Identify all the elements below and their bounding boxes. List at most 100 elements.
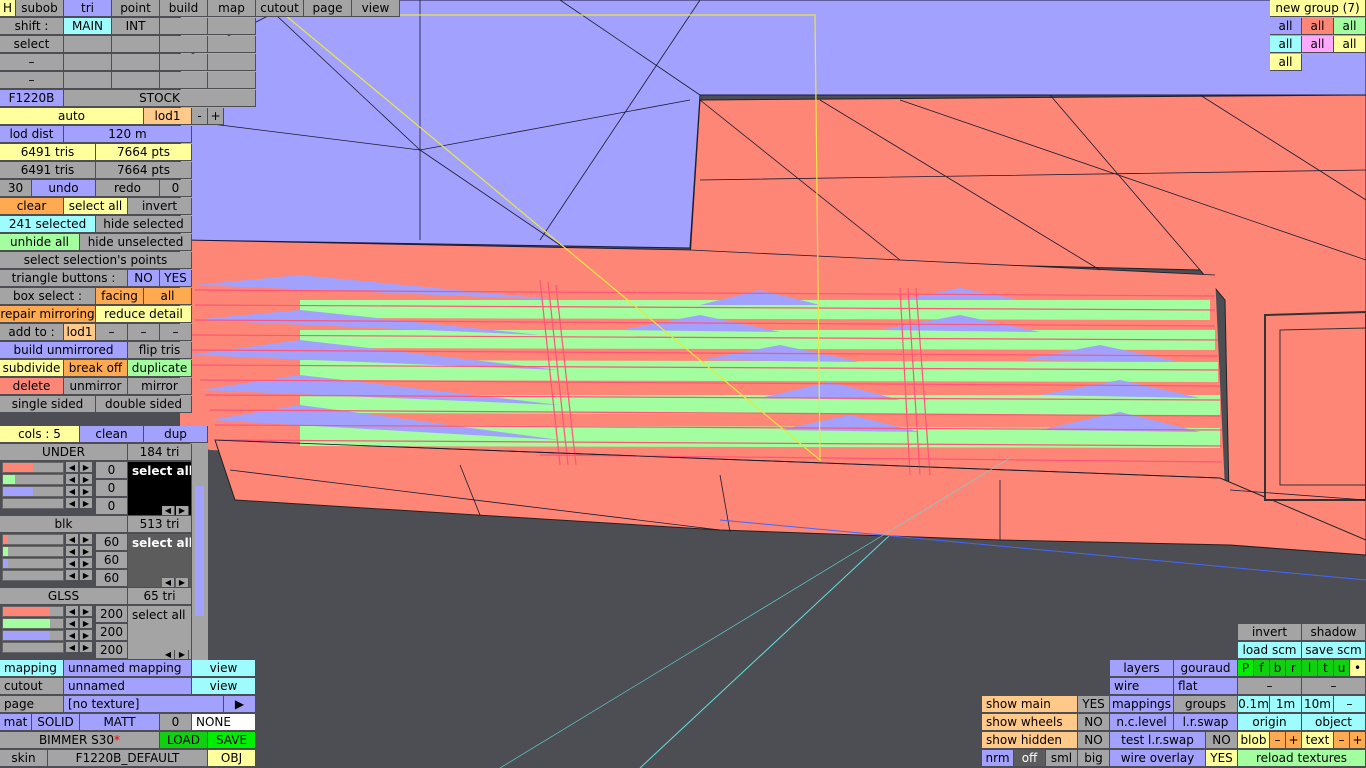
slider-left-arrow-icon[interactable]: ◀ [66, 618, 79, 629]
slider-left-arrow-icon[interactable]: ◀ [66, 642, 79, 653]
origin-button[interactable]: origin [1238, 714, 1302, 731]
material-value[interactable]: 0 [96, 480, 128, 497]
dash-slot-3[interactable] [160, 54, 208, 71]
clean-button[interactable]: clean [80, 426, 144, 443]
h-button[interactable]: H [0, 0, 16, 17]
subdivide-button[interactable]: subdivide [0, 360, 64, 377]
box-select-facing[interactable]: facing [96, 288, 144, 305]
view-letter-button[interactable]: • [1350, 660, 1366, 677]
select-all-button[interactable]: select all [64, 198, 128, 215]
blob-plus[interactable]: + [1286, 732, 1302, 749]
flat-button[interactable]: flat [1174, 678, 1238, 695]
nrm-button[interactable]: nrm [982, 750, 1014, 767]
model-name-button[interactable]: F1220B [0, 90, 64, 107]
slider-left-arrow-icon[interactable]: ◀ [66, 570, 79, 581]
save-button[interactable]: SAVE [208, 732, 256, 749]
redo-button[interactable]: redo [96, 180, 160, 197]
repair-mirroring-button[interactable]: repair mirroring [0, 306, 96, 323]
view-letter-button[interactable]: b [1270, 660, 1286, 677]
shift-int-button[interactable]: INT [112, 18, 160, 35]
sml-button[interactable]: sml [1046, 750, 1078, 767]
solid-button[interactable]: SOLID [32, 714, 80, 731]
color-slider[interactable] [2, 474, 64, 485]
slider-right-arrow-icon[interactable]: ▶ [80, 486, 93, 497]
slider-left-arrow-icon[interactable]: ◀ [66, 558, 79, 569]
map-button[interactable]: map [208, 0, 256, 17]
matt-button[interactable]: MATT [80, 714, 160, 731]
show-wheels-toggle[interactable]: NO [1078, 714, 1110, 731]
flip-tris-button[interactable]: flip tris [128, 342, 192, 359]
preview-right-arrow-icon[interactable]: ▶ [176, 506, 189, 516]
slider-left-arrow-icon[interactable]: ◀ [66, 606, 79, 617]
view-letter-button[interactable]: r [1286, 660, 1302, 677]
slider-left-arrow-icon[interactable]: ◀ [66, 498, 79, 509]
slider-right-arrow-icon[interactable]: ▶ [80, 606, 93, 617]
slider-left-arrow-icon[interactable]: ◀ [66, 534, 79, 545]
layers-button[interactable]: layers [1110, 660, 1174, 677]
lod-dist-value[interactable]: 120 m [64, 126, 192, 143]
slider-left-arrow-icon[interactable]: ◀ [66, 462, 79, 473]
material-value[interactable]: 200 [96, 642, 128, 659]
shift-main-button[interactable]: MAIN [64, 18, 112, 35]
slider-left-arrow-icon[interactable]: ◀ [66, 546, 79, 557]
subob-button[interactable]: subob [16, 0, 64, 17]
test-lr-swap-button[interactable]: test l.r.swap [1110, 732, 1206, 749]
add-to-slot-3[interactable]: – [160, 324, 192, 341]
build-unmirrored-button[interactable]: build unmirrored [0, 342, 128, 359]
color-slider[interactable] [2, 558, 64, 569]
select-slot-1[interactable] [64, 36, 112, 53]
slider-left-arrow-icon[interactable]: ◀ [66, 474, 79, 485]
select-slot-3[interactable] [160, 36, 208, 53]
invert-view-button[interactable]: invert [1238, 624, 1302, 641]
material-value[interactable]: 200 [96, 606, 128, 623]
page-arrow-icon[interactable]: ▶ [224, 696, 256, 713]
dash2-slot-2[interactable] [112, 72, 160, 89]
test-lr-swap-toggle[interactable]: NO [1206, 732, 1238, 749]
mapping-view-button[interactable]: view [192, 660, 256, 677]
slider-right-arrow-icon[interactable]: ▶ [80, 570, 93, 581]
dash-slot-2[interactable] [112, 54, 160, 71]
page-button[interactable]: page [304, 0, 352, 17]
slider-right-arrow-icon[interactable]: ▶ [80, 534, 93, 545]
dist-01m[interactable]: 0.1m [1238, 696, 1270, 713]
dup-button[interactable]: dup [144, 426, 208, 443]
hide-unselected-button[interactable]: hide unselected [80, 234, 192, 251]
lr-swap-button[interactable]: l.r.swap [1174, 714, 1238, 731]
group-1[interactable]: all [1270, 18, 1302, 35]
group-2[interactable]: all [1302, 18, 1334, 35]
object-button[interactable]: object [1302, 714, 1366, 731]
color-slider[interactable] [2, 606, 64, 617]
big-button[interactable]: big [1078, 750, 1110, 767]
lod-plus-button[interactable]: + [208, 108, 224, 125]
new-group-button[interactable]: new group (7) [1270, 0, 1366, 17]
cols-label[interactable]: cols : 5 [0, 426, 80, 443]
undo-button[interactable]: undo [32, 180, 96, 197]
dash2-slot-1[interactable] [64, 72, 112, 89]
page-value[interactable]: [no texture] [64, 696, 224, 713]
color-slider[interactable] [2, 618, 64, 629]
point-button[interactable]: point [112, 0, 160, 17]
invert-selection-button[interactable]: invert [128, 198, 192, 215]
single-sided-button[interactable]: single sided [0, 396, 96, 413]
shadow-button[interactable]: shadow [1302, 624, 1366, 641]
duplicate-button[interactable]: duplicate [128, 360, 192, 377]
material-value[interactable]: 60 [96, 570, 128, 587]
nc-level-button[interactable]: n.c.level [1110, 714, 1174, 731]
color-slider[interactable] [2, 462, 64, 473]
delete-button[interactable]: delete [0, 378, 64, 395]
group-6[interactable]: all [1334, 36, 1366, 53]
hide-selected-button[interactable]: hide selected [96, 216, 192, 233]
lod-select-button[interactable]: lod1 [144, 108, 192, 125]
mat-zero[interactable]: 0 [160, 714, 192, 731]
select-points-button[interactable]: select selection's points [0, 252, 192, 269]
preview-right-arrow-icon[interactable]: ▶ [176, 650, 189, 660]
material-name[interactable]: UNDER [0, 444, 128, 461]
dash2-slot-4[interactable] [208, 72, 256, 89]
dash-btn-2[interactable]: – [1302, 678, 1366, 695]
unmirror-button[interactable]: unmirror [64, 378, 128, 395]
material-value[interactable]: 0 [96, 498, 128, 515]
dash-slot-4[interactable] [208, 54, 256, 71]
dist-minus[interactable]: – [1334, 696, 1366, 713]
view-letter-button[interactable]: P [1238, 660, 1254, 677]
blob-minus[interactable]: – [1270, 732, 1286, 749]
